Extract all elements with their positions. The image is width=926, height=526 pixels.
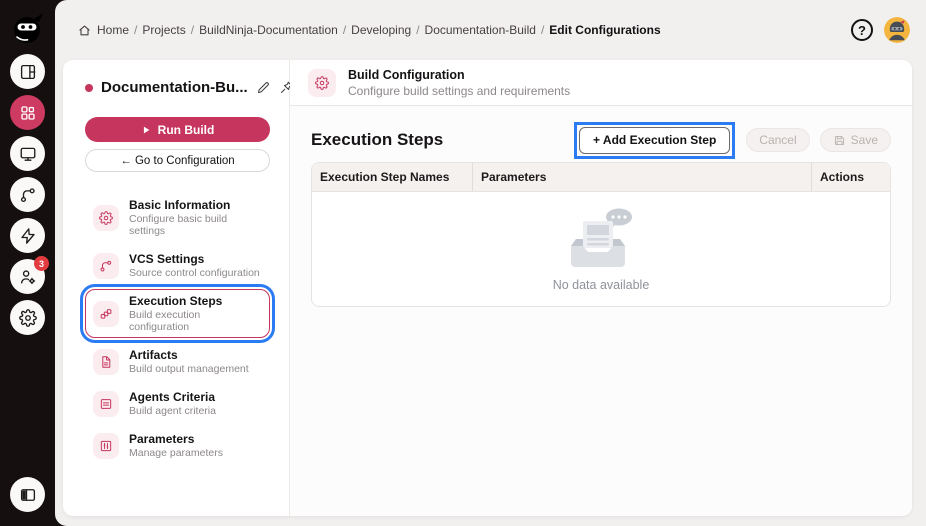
rail-agents-button[interactable]: 3	[10, 256, 49, 294]
rail-vcs-button[interactable]	[10, 177, 45, 212]
section-title: Execution Steps	[311, 130, 444, 149]
go-to-configuration-button[interactable]: ← Go to Configuration	[85, 149, 270, 172]
avatar[interactable]	[884, 17, 910, 43]
menu-item-agents-criteria[interactable]: Agents Criteria Build agent criteria	[85, 385, 270, 422]
menu-item-label: Artifacts	[129, 348, 178, 362]
table-empty-state: No data available	[312, 192, 890, 306]
page-title: Build Configuration	[348, 67, 465, 82]
breadcrumb-separator: /	[190, 23, 195, 37]
edit-title-button[interactable]	[256, 80, 271, 95]
user-gear-icon	[19, 268, 37, 286]
steps-icon	[93, 300, 119, 327]
save-button[interactable]: Save	[819, 128, 891, 152]
execution-steps-section: Execution Steps + Add Execution Step Can…	[290, 106, 912, 516]
play-icon	[143, 126, 150, 133]
add-execution-step-button[interactable]: + Add Execution Step	[579, 126, 731, 154]
agent-icon	[93, 390, 119, 417]
menu-item-label: Basic Information	[129, 198, 231, 212]
menu-item-description: Build output management	[129, 363, 249, 375]
settings-icon	[19, 309, 37, 327]
build-config-title: Documentation-Bu...	[101, 79, 248, 96]
breadcrumb-buildninja-documentation[interactable]: BuildNinja-Documentation	[199, 23, 338, 37]
breadcrumb-separator: /	[416, 23, 420, 37]
breadcrumb-separator: /	[342, 23, 347, 37]
column-header-step-names: Execution Step Names	[320, 170, 450, 184]
breadcrumb-developing[interactable]: Developing	[351, 23, 411, 37]
column-header-actions: Actions	[811, 163, 890, 191]
page-card: Documentation-Bu... Run Build ← Go to Co…	[63, 60, 912, 516]
breadcrumb-edit-configurations: Edit Configurations	[549, 23, 661, 37]
monitor-icon	[19, 145, 37, 163]
menu-item-parameters[interactable]: Parameters Manage parameters	[85, 427, 270, 464]
column-header-parameters: Parameters	[472, 163, 811, 191]
apps-grid-icon	[19, 104, 37, 122]
menu-item-description: Configure basic build settings	[129, 213, 228, 237]
menu-item-label: VCS Settings	[129, 252, 205, 266]
menu-item-label: Execution Steps	[129, 294, 223, 308]
breadcrumb-separator: /	[540, 23, 545, 37]
main-panel: Build Configuration Configure build sett…	[290, 60, 912, 516]
home-icon	[78, 24, 92, 37]
rail-settings-button[interactable]	[10, 300, 45, 335]
icon-rail: 3	[0, 0, 55, 526]
gear-icon	[93, 204, 119, 231]
collapse-sidebar-icon	[19, 486, 37, 504]
run-build-button[interactable]: Run Build	[85, 117, 270, 142]
menu-item-basic-information[interactable]: Basic Information Configure basic build …	[85, 193, 270, 242]
rail-layout-button[interactable]	[10, 54, 45, 89]
cancel-button[interactable]: Cancel	[746, 128, 810, 152]
help-button[interactable]: ?	[851, 19, 873, 41]
menu-item-description: Manage parameters	[129, 447, 223, 459]
breadcrumb-home[interactable]: Home	[97, 23, 129, 37]
parameters-icon	[93, 432, 119, 459]
document-icon	[93, 348, 119, 375]
top-bar: Home / Projects / BuildNinja-Documentati…	[55, 0, 926, 60]
rail-monitor-button[interactable]	[10, 136, 45, 171]
status-dot	[85, 83, 93, 92]
empty-inbox-icon	[559, 206, 643, 275]
notification-badge: 3	[34, 256, 49, 271]
breadcrumb-projects[interactable]: Projects	[142, 23, 185, 37]
build-configuration-header: Build Configuration Configure build sett…	[290, 60, 912, 106]
git-branch-icon	[19, 186, 37, 204]
config-menu: Basic Information Configure basic build …	[80, 193, 275, 464]
menu-item-description: Source control configuration	[129, 267, 260, 279]
menu-item-label: Parameters	[129, 432, 195, 446]
menu-item-execution-steps[interactable]: Execution Steps Build execution configur…	[80, 284, 275, 343]
config-panel: Documentation-Bu... Run Build ← Go to Co…	[63, 60, 290, 516]
breadcrumb-documentation-build[interactable]: Documentation-Build	[425, 23, 536, 37]
lightning-icon	[19, 227, 37, 245]
menu-item-description: Build execution configuration	[129, 309, 201, 333]
rail-apps-button[interactable]	[10, 95, 45, 130]
menu-item-description: Build agent criteria	[129, 405, 216, 417]
execution-steps-table: Execution Step Names Parameters Actions	[311, 162, 891, 307]
gear-icon	[308, 68, 336, 97]
empty-state-text: No data available	[552, 278, 650, 292]
table-header: Execution Step Names Parameters Actions	[312, 163, 890, 192]
add-execution-step-highlight: + Add Execution Step	[574, 121, 736, 159]
menu-item-artifacts[interactable]: Artifacts Build output management	[85, 343, 270, 380]
layout-icon	[19, 63, 37, 81]
breadcrumb-separator: /	[134, 23, 138, 37]
content-area: Home / Projects / BuildNinja-Documentati…	[55, 0, 926, 526]
rail-collapse-button[interactable]	[10, 477, 45, 512]
buildninja-logo-icon	[10, 10, 46, 46]
breadcrumb: Home / Projects / BuildNinja-Documentati…	[78, 23, 661, 37]
menu-item-vcs-settings[interactable]: VCS Settings Source control configuratio…	[85, 247, 270, 284]
git-branch-icon	[93, 252, 119, 279]
rail-actions-button[interactable]	[10, 218, 45, 253]
page-subtitle: Configure build settings and requirement…	[348, 83, 571, 98]
save-icon	[833, 134, 846, 147]
menu-item-label: Agents Criteria	[129, 390, 216, 404]
